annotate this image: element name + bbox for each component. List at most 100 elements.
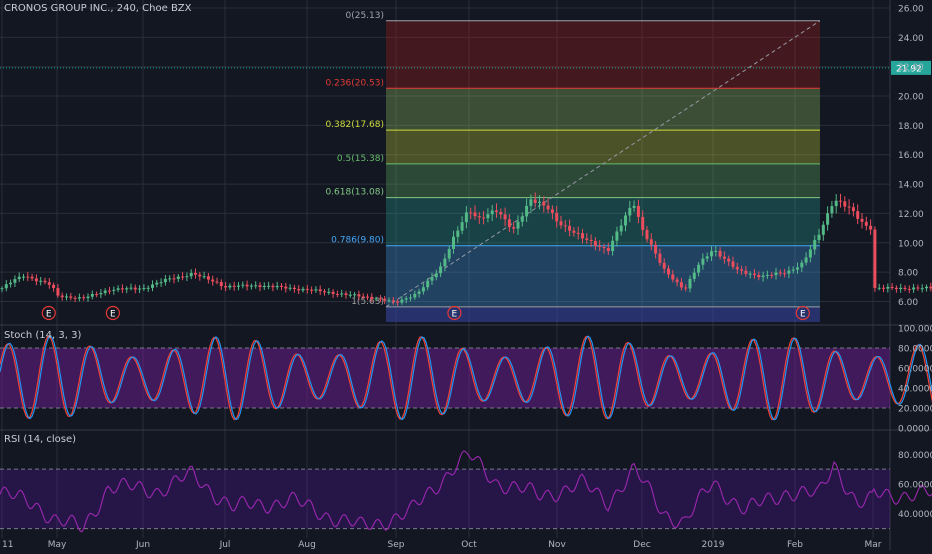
earnings-marker-label: E [452, 310, 458, 320]
candle-body [22, 277, 25, 278]
candle-body [499, 212, 502, 215]
fib-label-0: 0(25.13) [345, 11, 384, 21]
candle-body [396, 301, 399, 302]
candle-body [667, 269, 670, 275]
fib-label-0.236: 0.236(20.53) [325, 78, 384, 88]
time-axis-label-9: 2019 [702, 540, 725, 550]
candle-body [69, 296, 72, 297]
candle-body [267, 286, 270, 287]
candle-body [56, 288, 59, 295]
candle-body [680, 282, 683, 287]
candle-body [207, 276, 210, 279]
price-axis-label-4: 18.00 [898, 122, 924, 132]
chart-title: CRONOS GROUP INC., 240, Choe BZX [4, 3, 192, 14]
candle-body [95, 294, 98, 295]
candle-body [865, 222, 868, 226]
candle-body [220, 282, 223, 286]
candle-body [611, 241, 614, 251]
candle-body [443, 259, 446, 267]
candle-body [822, 225, 825, 235]
candle-body [676, 280, 679, 283]
candle-body [284, 287, 287, 289]
candle-body [633, 206, 636, 208]
candle-body [388, 300, 391, 301]
candle-body [684, 288, 687, 289]
candle-body [607, 248, 610, 251]
fib-zone-1 [386, 88, 820, 130]
candle-body [323, 291, 326, 292]
candle-body [787, 271, 790, 274]
rsi-title: RSI (14, close) [4, 434, 76, 445]
candle-body [99, 293, 102, 294]
candle-body [435, 273, 438, 277]
candle-body [813, 240, 816, 249]
rsi-band [0, 469, 890, 528]
candle-body [551, 209, 554, 213]
candle-body [848, 207, 851, 208]
candle-body [155, 283, 158, 285]
candle-body [904, 288, 907, 289]
candle-body [882, 288, 885, 289]
candle-body [302, 289, 305, 290]
candle-body [233, 286, 236, 287]
price-axis-label-2: 22.00 [898, 63, 924, 73]
candle-body [796, 267, 799, 269]
candle-body [5, 284, 8, 288]
fib-zone-4 [386, 198, 820, 246]
candle-body [560, 221, 563, 225]
candle-body [620, 226, 623, 232]
candle-body [78, 297, 81, 298]
candle-body [646, 230, 649, 239]
candle-body [714, 251, 717, 252]
candle-body [843, 201, 846, 206]
candle-body [456, 231, 459, 237]
candle-body [353, 294, 356, 295]
candle-body [418, 292, 421, 294]
candle-body [542, 202, 545, 206]
candle-body [590, 240, 593, 241]
candle-body [740, 269, 743, 270]
fib-label-0.786: 0.786(9.80) [331, 236, 384, 246]
candle-body [216, 282, 219, 283]
candle-body [598, 246, 601, 247]
candle-body [701, 259, 704, 265]
candle-body [770, 275, 773, 276]
candle-body [744, 271, 747, 274]
candle-body [61, 296, 64, 298]
time-axis-label-4: Aug [298, 540, 316, 550]
candle-body [461, 222, 464, 231]
price-axis-label-8: 10.00 [898, 239, 924, 249]
candle-body [327, 292, 330, 293]
candle-body [482, 217, 485, 218]
candle-body [431, 277, 434, 281]
candle-body [314, 289, 317, 290]
candle-body [779, 273, 782, 274]
candle-body [138, 289, 141, 290]
time-axis-label-10: Feb [787, 540, 803, 550]
candle-body [878, 288, 881, 289]
candle-body [697, 265, 700, 273]
stoch-axis-label-1: 80.0000 [898, 345, 932, 355]
candle-body [112, 290, 115, 291]
candle-body [293, 288, 296, 289]
fib-zone-0 [386, 21, 820, 88]
trading-chart[interactable]: 0(25.13)0.236(20.53)0.382(17.68)0.5(15.3… [0, 0, 932, 550]
candle-body [405, 298, 408, 299]
stoch-axis-label-5: 0.0000 [898, 425, 930, 435]
candle-body [250, 286, 253, 287]
candle-body [194, 273, 197, 275]
candle-body [585, 238, 588, 240]
candle-body [577, 233, 580, 234]
candle-body [366, 297, 369, 298]
candle-body [306, 289, 309, 290]
candle-body [125, 288, 128, 289]
earnings-marker-label: E [46, 310, 52, 320]
candle-body [852, 207, 855, 211]
candle-body [297, 289, 300, 290]
fib-zone-3 [386, 164, 820, 198]
price-axis-label-5: 16.00 [898, 151, 924, 161]
candle-body [800, 263, 803, 268]
candle-body [1, 288, 4, 289]
candle-body [886, 287, 889, 289]
price-axis-label-10: 6.00 [898, 298, 918, 308]
